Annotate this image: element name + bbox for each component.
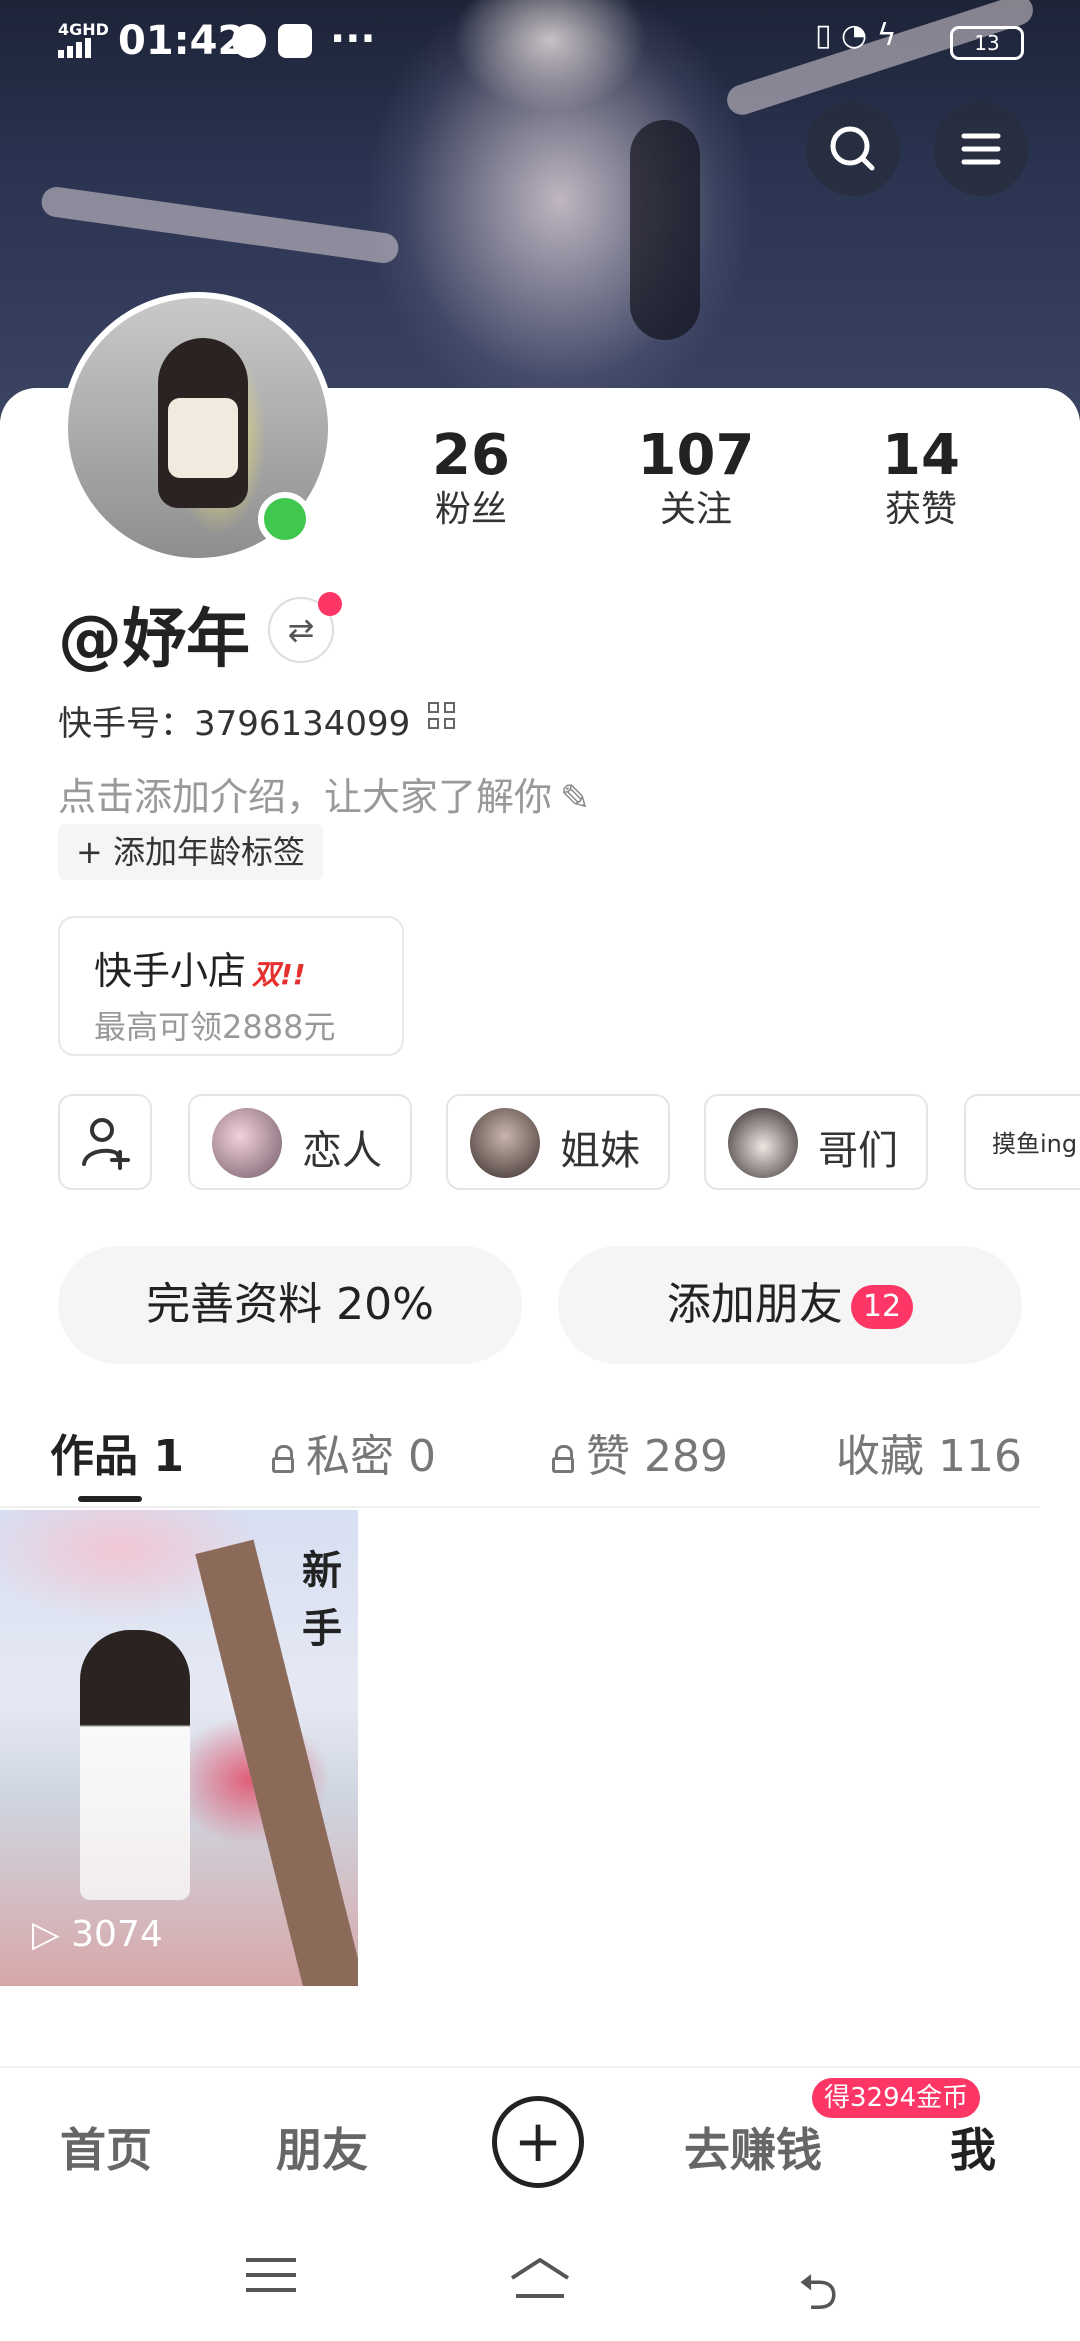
relation-label: 摸鱼ing [992, 1130, 1078, 1158]
divider [0, 1506, 1040, 1508]
qr-block [428, 702, 439, 713]
tab-likes[interactable]: 赞 289 [552, 1420, 728, 1484]
tab-private-label: 私密 0 [306, 1431, 436, 1482]
vibrate-wifi-charge-icons: ▯ ◔ ϟ [815, 18, 897, 53]
shop-card[interactable]: 快手小店 双!! 最高可领2888元 [58, 916, 404, 1056]
complete-profile-button[interactable]: 完善资料 20% [58, 1246, 522, 1364]
tab-active-indicator [78, 1496, 142, 1502]
work-thumbnail[interactable]: 新手 ▷ 3074 [0, 1510, 358, 1986]
stat-value: 26 [432, 423, 510, 488]
search-icon [830, 126, 875, 171]
clock: 01:42 [118, 18, 246, 64]
lock-icon [552, 1445, 574, 1473]
tab-works[interactable]: 作品 1 [50, 1420, 184, 1484]
qr-block [444, 702, 455, 713]
earn-coins-badge: 得3294金币 [812, 2078, 981, 2118]
notification-app-icon [278, 24, 312, 58]
nav-earn[interactable]: 去赚钱 [684, 2114, 822, 2180]
shop-title-row: 快手小店 双!! [94, 940, 306, 995]
stat-likes[interactable]: 14 获赞 [836, 424, 1006, 532]
relation-label: 哥们 [818, 1128, 898, 1174]
add-person-icon [82, 1118, 130, 1170]
more-notifications-icon: ··· [330, 16, 376, 62]
avatar-figure-bag [168, 398, 238, 478]
home-icon[interactable] [508, 2256, 572, 2300]
stat-followers[interactable]: 26 粉丝 [386, 424, 556, 532]
nav-me[interactable]: 我 [950, 2114, 996, 2180]
bottom-nav: 首页 朋友 + 去赚钱 得3294金币 我 [0, 2066, 1080, 2218]
menu-icon [961, 133, 1001, 165]
relation-chip-slacking[interactable]: 摸鱼ing [964, 1094, 1080, 1190]
back-icon[interactable]: ⮌ [798, 2256, 838, 2341]
nav-friends[interactable]: 朋友 [276, 2114, 368, 2180]
edit-pencil-icon: ✎ [560, 778, 591, 819]
menu-button[interactable] [934, 102, 1028, 196]
play-count: ▷ 3074 [32, 1914, 163, 1955]
plus-icon: + [513, 2107, 563, 2175]
nav-home[interactable]: 首页 [60, 2114, 152, 2180]
battery-indicator: 13 [950, 26, 1024, 60]
qr-block [444, 718, 455, 729]
cover-figure-hair [630, 120, 700, 340]
stat-value: 107 [637, 423, 755, 488]
relation-avatar [212, 1108, 282, 1178]
play-icon: ▷ [32, 1914, 60, 1955]
qr-code-icon[interactable] [428, 702, 458, 732]
cover-figure-arm [39, 185, 401, 265]
signal-icon [58, 38, 94, 58]
shop-subtitle: 最高可领2888元 [94, 1008, 336, 1046]
kuaishou-id[interactable]: 快手号：3796134099 [58, 696, 410, 745]
stat-label: 粉丝 [434, 489, 507, 530]
tab-favorites[interactable]: 收藏 116 [836, 1420, 1022, 1484]
relation-chip-sisters[interactable]: 姐妹 [446, 1094, 670, 1190]
relation-chip-lover[interactable]: 恋人 [188, 1094, 412, 1190]
shop-title: 快手小店 [94, 949, 247, 993]
relation-avatar [728, 1108, 798, 1178]
network-type: 4GHD [58, 20, 109, 39]
relation-chip-buddies[interactable]: 哥们 [704, 1094, 928, 1190]
relation-avatar [470, 1108, 540, 1178]
stat-following[interactable]: 107 关注 [611, 424, 781, 532]
qr-block [428, 718, 439, 729]
online-status-dot [258, 492, 312, 546]
relation-label: 姐妹 [560, 1128, 640, 1174]
menu-line [246, 2288, 296, 2292]
username[interactable]: @妤年 [58, 588, 250, 680]
add-relation-button[interactable] [58, 1094, 152, 1190]
intro-placeholder[interactable]: 点击添加介绍，让大家了解你 ✎ [58, 766, 590, 821]
recents-menu-icon[interactable] [246, 2258, 296, 2303]
tab-private[interactable]: 私密 0 [272, 1420, 436, 1484]
notification-dot [318, 592, 342, 616]
add-age-tag-button[interactable]: + 添加年龄标签 [58, 824, 323, 880]
add-friends-label: 添加朋友 [666, 1279, 843, 1330]
lock-icon [272, 1445, 294, 1473]
shop-badge: 双!! [252, 958, 306, 991]
menu-line [246, 2273, 296, 2277]
stat-label: 关注 [659, 489, 732, 530]
add-friends-button[interactable]: 添加朋友 12 [558, 1246, 1022, 1364]
tab-likes-label: 赞 289 [586, 1431, 728, 1482]
thumb-overlay-text: 新手 [302, 1548, 342, 1652]
intro-text: 点击添加介绍，让大家了解你 [58, 775, 553, 819]
status-bar: 4GHD 01:42 ··· ▯ ◔ ϟ 13 [0, 0, 1080, 84]
search-button[interactable] [806, 102, 900, 196]
stat-value: 14 [882, 423, 960, 488]
notification-icons [232, 24, 324, 62]
notification-app-icon [232, 24, 266, 58]
thumb-figure [80, 1630, 190, 1900]
menu-line [246, 2258, 296, 2262]
swap-arrows-icon: ⇄ [287, 611, 315, 649]
add-friends-count-badge: 12 [850, 1285, 914, 1329]
system-nav-bar: ⮌ [0, 2216, 1080, 2340]
play-count-value: 3074 [71, 1914, 163, 1955]
relation-label: 恋人 [302, 1128, 382, 1174]
stat-label: 获赞 [884, 489, 957, 530]
create-post-button[interactable]: + [492, 2096, 584, 2188]
